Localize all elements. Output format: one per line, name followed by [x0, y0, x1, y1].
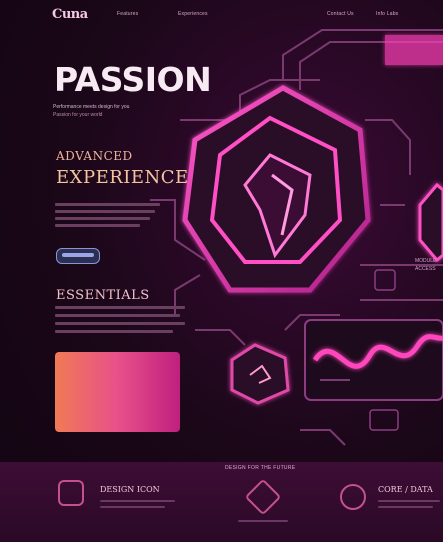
text-placeholder-line [55, 322, 185, 325]
primary-button[interactable] [56, 248, 100, 264]
hero-tagline: Performance meets design for you [53, 104, 130, 110]
feature-text-line [100, 500, 175, 502]
footer-caption: DESIGN FOR THE FUTURE [225, 465, 296, 471]
button-label-bar [62, 253, 94, 257]
app-icon[interactable] [58, 480, 84, 506]
feature-text-line [378, 500, 440, 502]
feature-title-design: DESIGN ICON [100, 485, 160, 494]
feature-text-line [238, 520, 288, 522]
section-heading-large: EXPERIENCE [56, 167, 189, 188]
feature-text-line [100, 506, 165, 508]
text-placeholder-line [55, 330, 173, 333]
nav-item-contact[interactable]: Contact Us [327, 11, 354, 17]
text-placeholder-line [55, 306, 185, 309]
nav-item-info-labs[interactable]: Info Labs [376, 11, 398, 17]
text-placeholder-line [55, 217, 150, 220]
section-heading-essentials: ESSENTIALS [56, 288, 150, 303]
feature-card[interactable] [55, 352, 180, 432]
nav-item-features[interactable]: Features [117, 11, 138, 17]
panel-label-access: ACCESS [415, 266, 436, 272]
hero-title: PASSION [54, 60, 212, 99]
text-placeholder-line [55, 210, 155, 213]
hero-subtagline: Passion for your world [53, 112, 103, 118]
brand-logo[interactable]: Cuna [52, 7, 88, 22]
text-placeholder-line [55, 224, 140, 227]
feature-text-line [378, 506, 433, 508]
section-heading-small: ADVANCED [56, 149, 133, 163]
panel-label-module: MODULE [415, 258, 437, 264]
text-placeholder-line [55, 314, 180, 317]
nav-item-experiences[interactable]: Experiences [178, 11, 208, 17]
text-placeholder-line [55, 203, 160, 206]
globe-icon[interactable] [340, 484, 366, 510]
feature-title-core: CORE / DATA [378, 485, 433, 494]
